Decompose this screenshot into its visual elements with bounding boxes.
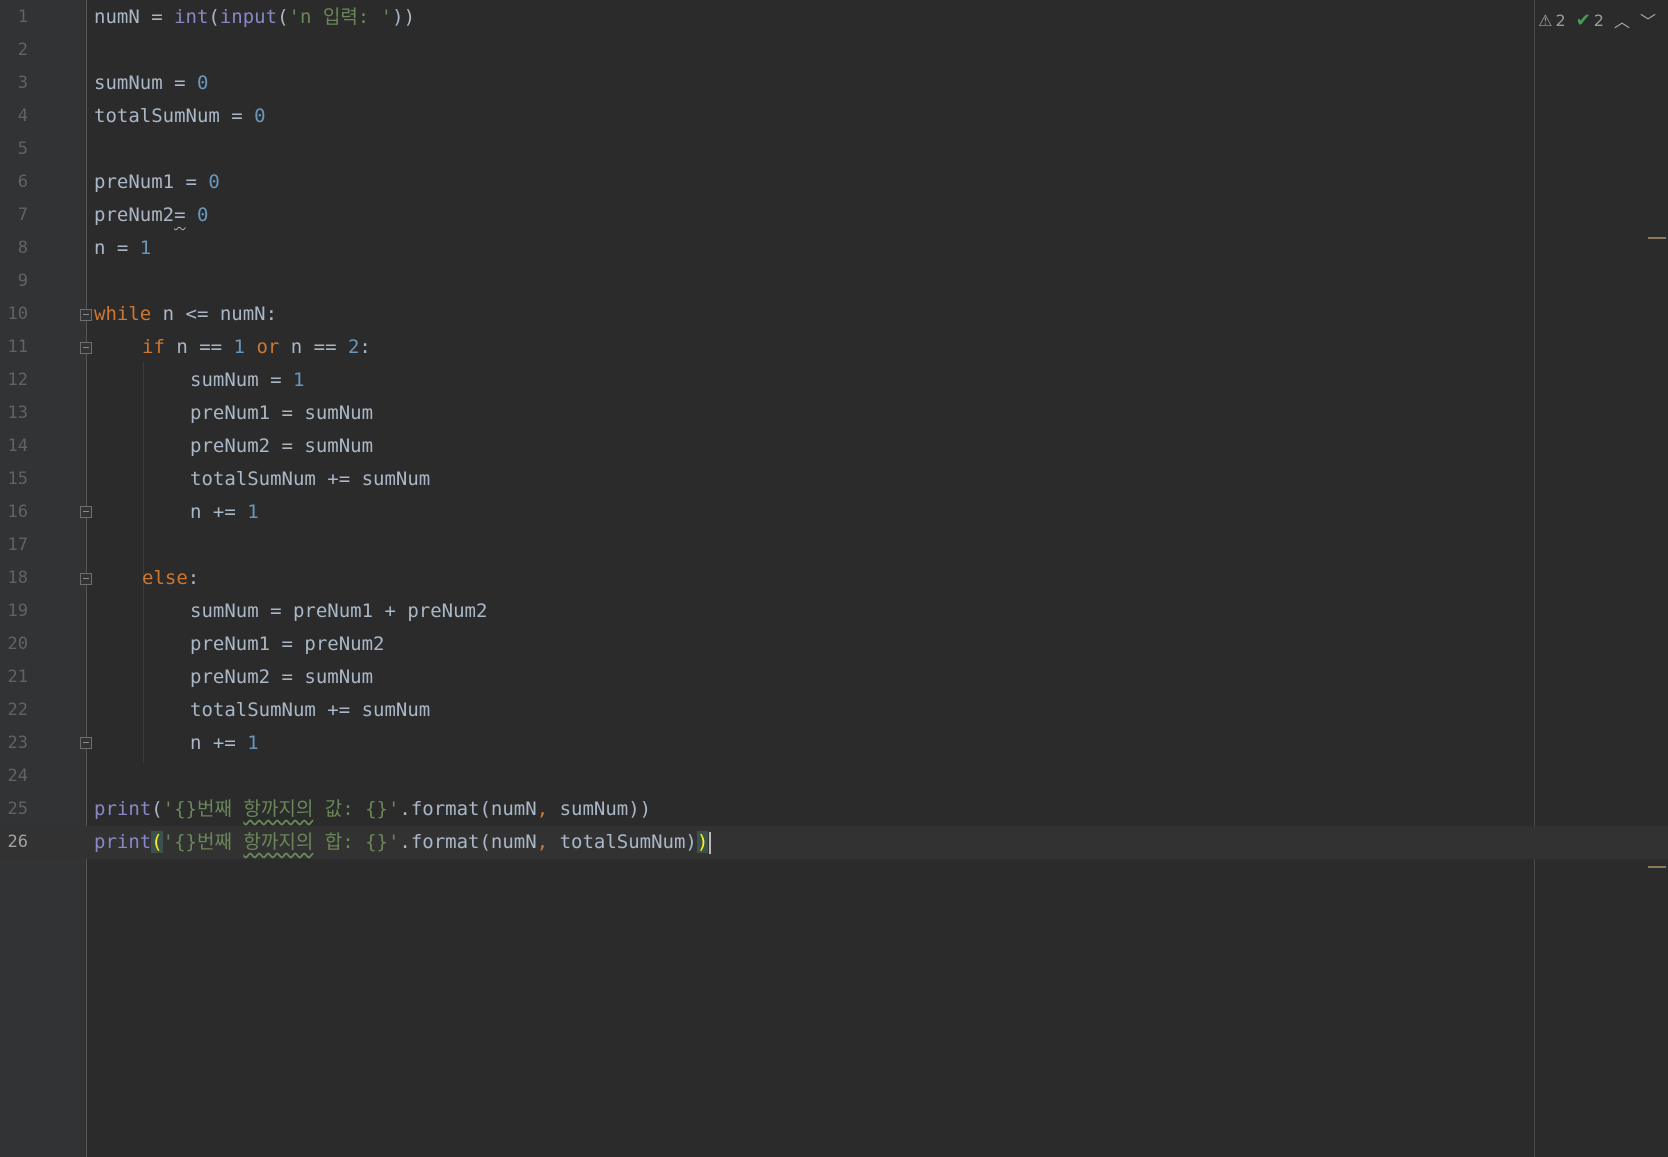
- code-line[interactable]: 3 sumNum = 0: [0, 67, 1668, 100]
- line-number: 7: [17, 205, 28, 225]
- code-text: print('{}번째 항까지의 값: {}'.format(numN, sum…: [94, 798, 652, 820]
- code-line[interactable]: 21 preNum2 = sumNum: [0, 661, 1668, 694]
- line-number: 3: [17, 73, 28, 93]
- line-number: 12: [7, 370, 28, 390]
- code-line[interactable]: 4 totalSumNum = 0: [0, 100, 1668, 133]
- code-line[interactable]: 10 while n <= numN:: [0, 298, 1668, 331]
- code-text: totalSumNum = 0: [94, 105, 266, 127]
- code-line[interactable]: 17: [0, 529, 1668, 562]
- line-number: 8: [17, 238, 28, 258]
- line-number: 15: [7, 469, 28, 489]
- code-line[interactable]: 23 n += 1: [0, 727, 1668, 760]
- line-number: 24: [7, 766, 28, 786]
- code-line[interactable]: 25 print('{}번째 항까지의 값: {}'.format(numN, …: [0, 793, 1668, 826]
- code-text: preNum2= 0: [94, 204, 209, 226]
- line-number: 26: [7, 832, 28, 852]
- line-number: 14: [7, 436, 28, 456]
- code-line[interactable]: 1 numN = int(input('n 입력: ')): [0, 1, 1668, 34]
- code-line[interactable]: 9: [0, 265, 1668, 298]
- code-text: preNum2 = sumNum: [190, 666, 374, 688]
- code-text: while n <= numN:: [94, 303, 278, 325]
- code-line[interactable]: 18 else:: [0, 562, 1668, 595]
- line-number: 9: [17, 271, 28, 291]
- code-line[interactable]: 6 preNum1 = 0: [0, 166, 1668, 199]
- line-number: 21: [7, 667, 28, 687]
- code-line[interactable]: 8 n = 1: [0, 232, 1668, 265]
- code-text: sumNum = 0: [94, 72, 209, 94]
- code-line[interactable]: 24: [0, 760, 1668, 793]
- line-number: 2: [17, 40, 28, 60]
- line-number: 16: [7, 502, 28, 522]
- code-text: sumNum = 1: [190, 369, 305, 391]
- text-caret: [709, 831, 712, 854]
- line-number: 18: [7, 568, 28, 588]
- code-line[interactable]: 11 if n == 1 or n == 2:: [0, 331, 1668, 364]
- code-text: preNum1 = preNum2: [190, 633, 385, 655]
- line-number: 20: [7, 634, 28, 654]
- code-line[interactable]: 19 sumNum = preNum1 + preNum2: [0, 595, 1668, 628]
- code-text: n += 1: [190, 732, 259, 754]
- code-line-current[interactable]: 26 print('{}번째 항까지의 합: {}'.format(numN, …: [0, 826, 1668, 859]
- code-line[interactable]: 22 totalSumNum += sumNum: [0, 694, 1668, 727]
- code-text: print('{}번째 항까지의 합: {}'.format(numN, tot…: [94, 826, 712, 859]
- line-number: 25: [7, 799, 28, 819]
- line-number: 10: [7, 304, 28, 324]
- code-text: preNum1 = sumNum: [190, 402, 374, 424]
- code-line[interactable]: 15 totalSumNum += sumNum: [0, 463, 1668, 496]
- code-text: if n == 1 or n == 2:: [142, 336, 371, 358]
- line-number: 1: [17, 7, 28, 27]
- line-number: 6: [17, 172, 28, 192]
- line-number: 13: [7, 403, 28, 423]
- code-line[interactable]: 12 sumNum = 1: [0, 364, 1668, 397]
- code-text: totalSumNum += sumNum: [190, 699, 431, 721]
- code-text: sumNum = preNum1 + preNum2: [190, 600, 488, 622]
- line-number: 11: [7, 337, 28, 357]
- code-line[interactable]: 5: [0, 133, 1668, 166]
- line-number: 17: [7, 535, 28, 555]
- line-number: 23: [7, 733, 28, 753]
- line-number: 22: [7, 700, 28, 720]
- code-text: preNum1 = 0: [94, 171, 220, 193]
- code-line[interactable]: 20 preNum1 = preNum2: [0, 628, 1668, 661]
- code-line[interactable]: 7 preNum2= 0: [0, 199, 1668, 232]
- code-text: else:: [142, 567, 200, 589]
- code-text: totalSumNum += sumNum: [190, 468, 431, 490]
- code-line[interactable]: 2: [0, 34, 1668, 67]
- line-number: 19: [7, 601, 28, 621]
- code-text: preNum2 = sumNum: [190, 435, 374, 457]
- code-text: n += 1: [190, 501, 259, 523]
- line-number: 4: [17, 106, 28, 126]
- code-line[interactable]: 16 n += 1: [0, 496, 1668, 529]
- code-line[interactable]: 14 preNum2 = sumNum: [0, 430, 1668, 463]
- line-number: 5: [17, 139, 28, 159]
- code-line[interactable]: 13 preNum1 = sumNum: [0, 397, 1668, 430]
- code-text: numN = int(input('n 입력: ')): [94, 6, 416, 28]
- code-text: n = 1: [94, 237, 152, 259]
- code-editor[interactable]: 1 numN = int(input('n 입력: ')) 2 3 sumNum…: [0, 0, 1668, 1157]
